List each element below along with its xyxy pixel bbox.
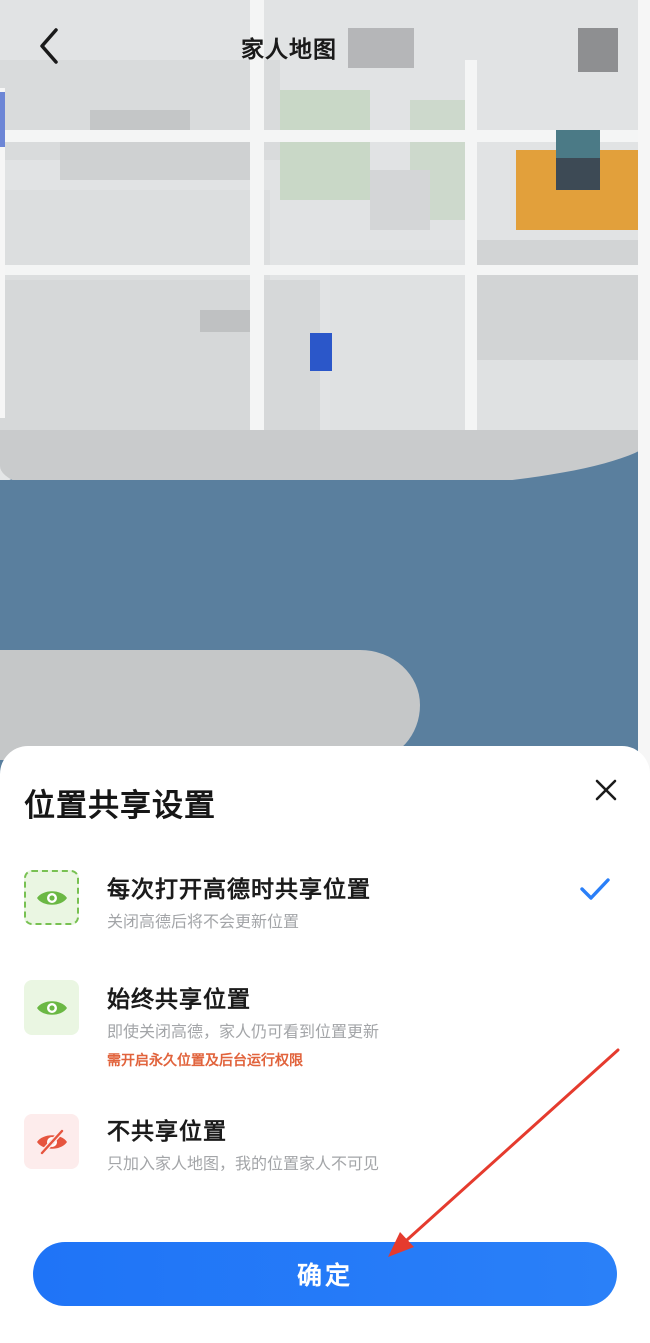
option-share-when-open[interactable]: 每次打开高德时共享位置 关闭高德后将不会更新位置 (0, 856, 650, 956)
map-land (0, 280, 320, 430)
map-land (60, 140, 250, 180)
map-road (0, 265, 650, 275)
option-label: 不共享位置 (107, 1119, 227, 1145)
map-road (465, 60, 477, 460)
option-description: 即使关闭高德，家人仍可看到位置更新 (107, 1022, 380, 1041)
redacted-area (348, 28, 414, 68)
eye-icon (36, 890, 67, 905)
map-land (200, 310, 250, 332)
chevron-left-icon (40, 28, 58, 64)
option-always-share[interactable]: 始终共享位置 即使关闭高德，家人仍可看到位置更新 需开启永久位置及后台运行权限 (0, 966, 650, 1076)
map-view[interactable] (0, 0, 650, 800)
top-bar: 家人地图 (0, 0, 650, 92)
back-button[interactable] (30, 22, 74, 70)
map-land (470, 240, 640, 360)
redacted-button[interactable] (578, 28, 618, 72)
page-title: 家人地图 (241, 37, 337, 63)
option-icon (24, 870, 79, 925)
option-description: 关闭高德后将不会更新位置 (107, 912, 300, 931)
location-sharing-sheet: 位置共享设置 每次打开高德时共享位置 关闭高德后将不会更新位置 始终共享位置 即… (0, 746, 650, 1343)
option-description: 只加入家人地图，我的位置家人不可见 (107, 1154, 380, 1173)
map-side-marker (0, 92, 5, 147)
option-no-share[interactable]: 不共享位置 只加入家人地图，我的位置家人不可见 (0, 1100, 650, 1200)
checkmark-icon (580, 878, 610, 900)
eye-icon (36, 1000, 67, 1015)
sheet-title: 位置共享设置 (24, 788, 216, 824)
map-park (280, 90, 370, 200)
permission-warning: 需开启永久位置及后台运行权限 (107, 1053, 303, 1069)
location-pin-icon[interactable] (310, 333, 332, 371)
map-land (370, 170, 430, 230)
confirm-button[interactable]: 确定 (33, 1242, 617, 1306)
eye-off-icon (36, 1128, 67, 1155)
close-icon (595, 779, 617, 801)
map-riverbank (0, 650, 420, 760)
map-side-edge (638, 0, 650, 800)
close-button[interactable] (588, 772, 624, 808)
poi-marker (556, 130, 600, 158)
option-icon (24, 980, 79, 1035)
option-label: 始终共享位置 (107, 987, 251, 1013)
option-icon (24, 1114, 79, 1169)
map-land (90, 110, 190, 132)
option-label: 每次打开高德时共享位置 (107, 877, 371, 903)
map-road (0, 130, 650, 142)
